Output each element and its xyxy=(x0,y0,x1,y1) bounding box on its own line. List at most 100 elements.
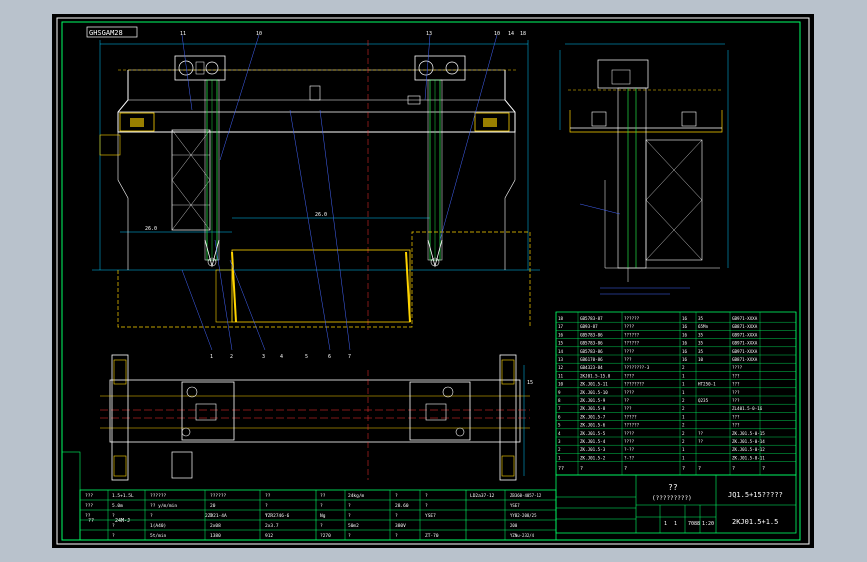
table-header-cell: ? xyxy=(580,466,583,472)
table-cell: 35 xyxy=(698,332,704,337)
spec-cell: ?270 xyxy=(320,533,331,539)
table-cell: 2KJ01.5-15.0 xyxy=(580,373,611,378)
table-cell: HT250-1 xyxy=(698,382,716,387)
table-cell: 35 xyxy=(698,341,704,346)
table-cell: ZK.J01.5-9 xyxy=(580,398,606,403)
table-cell: 11 xyxy=(558,373,564,378)
table-cell: ZK.J01.5-2 xyxy=(580,455,606,460)
table-cell: 35 xyxy=(698,349,704,354)
spec-cell: YZNu-232/4 xyxy=(510,533,535,538)
spec-cell: YSE7 xyxy=(425,513,436,519)
table-cell: ?? xyxy=(698,431,704,436)
spec-cell: ? xyxy=(320,523,323,529)
table-cell: ZK.J01.5-0-11 xyxy=(732,455,765,460)
drawing-mark: 1 xyxy=(664,521,667,527)
spec-cell: ? xyxy=(425,503,428,509)
spec-cell: YZR2746-6 xyxy=(265,513,290,519)
table-cell: GB6170-86 xyxy=(580,357,603,362)
table-cell: 13 xyxy=(558,357,564,362)
table-cell: 14 xyxy=(558,349,564,354)
spec-cell: 20 xyxy=(210,503,216,509)
table-cell: 16 xyxy=(682,332,688,337)
table-cell: 16 xyxy=(682,357,688,362)
table-cell: ZK.J01.5-8 xyxy=(580,406,606,411)
table-cell: GB871-XXXA xyxy=(732,357,758,362)
table-header-cell: ? xyxy=(762,466,765,472)
subtitle-text: (?????????) xyxy=(652,495,692,502)
table-cell: Q235 xyxy=(698,398,709,403)
table-header-cell: ?? xyxy=(558,466,564,472)
table-header-cell: ? xyxy=(682,466,685,472)
table-cell: ?-?? xyxy=(624,447,635,452)
table-cell: ??? xyxy=(732,398,740,403)
dim-label: 26.0 xyxy=(315,212,327,218)
spec-cell: 2x3.7 xyxy=(265,523,279,529)
table-cell: ZK.J01.5-10 xyxy=(580,390,608,395)
spec-cell: ? xyxy=(395,533,398,539)
table-cell: ?????? xyxy=(624,316,640,321)
spec-cell: 24kg/m xyxy=(348,493,365,499)
balloon-label: 10 xyxy=(256,31,262,37)
table-cell: ZK.J01.5-11 xyxy=(580,382,608,387)
table-cell: GB871-XXXA xyxy=(732,324,758,329)
spec-cell: Ng xyxy=(320,513,326,519)
spec-cell: 1(A40) xyxy=(150,523,166,529)
spec-cell: ? xyxy=(150,513,153,519)
drawing-name: JQ1.5+15????? xyxy=(728,491,783,499)
table-cell: GB5783-86 xyxy=(580,332,603,337)
spec-cell: 5t/min xyxy=(150,533,167,539)
table-cell: ?????? xyxy=(624,423,640,428)
dim-label: 26.0 xyxy=(145,226,157,232)
table-cell: ?????? xyxy=(624,332,640,337)
spec-cell: ?? xyxy=(320,493,326,499)
balloon-label: 13 xyxy=(426,31,432,37)
balloon-label: 11 xyxy=(180,31,186,37)
spec-cell: 5.0m xyxy=(112,503,123,509)
spec-cell: 28.60 xyxy=(395,503,409,509)
table-cell: ???? xyxy=(624,439,635,444)
spec-cell: ZT-70 xyxy=(425,533,439,539)
table-cell: GB971-XXXA xyxy=(732,332,758,337)
table-cell: ???? xyxy=(624,373,635,378)
table-cell: ZK.J01.5-4 xyxy=(580,439,606,444)
spec-cell: YSE7 xyxy=(510,503,520,508)
table-cell: ??? xyxy=(732,373,740,378)
table-cell: 35 xyxy=(698,316,704,321)
balloon-label: 2 xyxy=(230,354,233,360)
spec-cell: 50m2 xyxy=(348,523,359,529)
spec-cell: ?? xyxy=(88,518,94,524)
table-cell: ???? xyxy=(624,349,635,354)
table-cell: ??? xyxy=(732,423,740,428)
table-cell: ???? xyxy=(624,324,635,329)
table-cell: ??? xyxy=(732,390,740,395)
balloon-label: 4 xyxy=(280,354,283,360)
table-cell: ?????? xyxy=(624,341,640,346)
table-header-cell: ? xyxy=(698,466,701,472)
balloon-label: 1 xyxy=(210,354,213,360)
spec-cell: ? xyxy=(348,503,351,509)
spec-cell: ? xyxy=(348,533,351,539)
table-cell: 10 xyxy=(698,357,704,362)
crane-assembly-drawing: GHSGAM28 26.0 26.0 11 10 13 10 14 18 1 2… xyxy=(52,14,814,548)
balloon-label: 6 xyxy=(328,354,331,360)
spec-cell: ? xyxy=(320,503,323,509)
spec-cell: ? xyxy=(395,493,398,499)
table-cell: 65Mn xyxy=(698,324,709,329)
table-cell: 18 xyxy=(558,316,564,321)
balloon-label: 18 xyxy=(520,31,526,37)
table-cell: 16 xyxy=(558,332,564,337)
spec-cell: 380V xyxy=(395,523,406,529)
spec-cell: ? xyxy=(395,513,398,519)
balloon-label: 3 xyxy=(262,354,265,360)
table-cell: GB5783-86 xyxy=(580,341,603,346)
table-cell: ZK.J01.5-6 xyxy=(580,423,606,428)
table-cell: 12 xyxy=(558,365,564,370)
spec-cell: 24M-J xyxy=(115,518,130,524)
spec-cell: 912 xyxy=(265,533,273,539)
drawing-weight: 7088 xyxy=(688,521,700,527)
table-cell: GB5783-87 xyxy=(580,316,603,321)
table-header-cell: ? xyxy=(624,466,627,472)
spec-cell: ?????? xyxy=(210,493,227,499)
spec-cell: 2x08 xyxy=(210,523,221,529)
table-cell: 16 xyxy=(682,324,688,329)
